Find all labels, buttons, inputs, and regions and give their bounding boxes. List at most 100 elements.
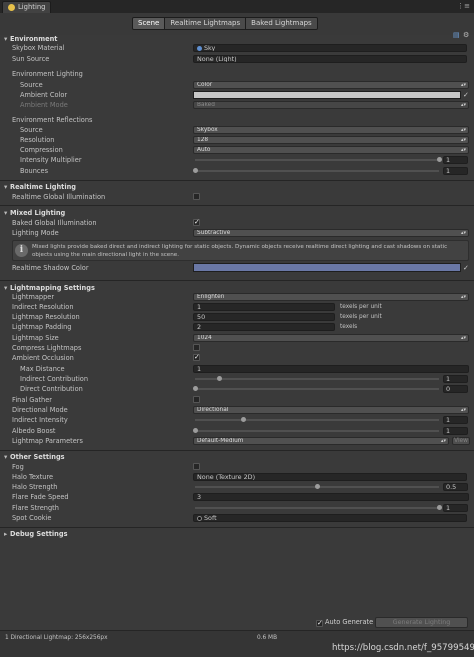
halo-texture-field[interactable]: None (Texture 2D) [193,473,467,481]
material-icon [197,45,202,51]
lightmap-res-field[interactable]: 50 [193,313,335,321]
resolution-label: Resolution [20,136,55,144]
mixed-header[interactable]: ▾ Mixed Lighting [0,208,474,218]
compression-dropdown[interactable]: Auto ▴▾ [193,146,469,154]
padding-field[interactable]: 2 [193,323,335,331]
refl-source-dropdown[interactable]: Skybox ▴▾ [193,126,469,134]
auto-generate-checkbox[interactable]: ✓ [316,620,323,627]
divider [0,450,474,451]
intensity-slider-knob[interactable] [436,157,442,162]
direct-contrib-track[interactable] [195,388,439,390]
skybox-value: Sky [204,44,216,52]
lightmap-size-value: 1024 [197,335,212,341]
ao-label: Ambient Occlusion [12,354,74,362]
bounces-field[interactable]: 1 [443,167,468,175]
indirect-intensity-track[interactable] [195,419,439,421]
eyedropper-icon[interactable]: ✓ [463,91,469,99]
direct-contrib-knob[interactable] [192,386,198,391]
tab-baked-lightmaps[interactable]: Baked Lightmaps [246,18,317,29]
lightmap-size-dropdown[interactable]: 1024 ▴▾ [193,334,469,342]
realtime-header[interactable]: ▾ Realtime Lighting [0,182,474,192]
intensity-label: Intensity Multiplier [20,156,82,164]
halo-strength-field[interactable]: 0.5 [443,483,468,491]
sun-field[interactable]: None (Light) [193,55,467,63]
lighting-mode-dropdown[interactable]: Subtractive ▴▾ [193,229,469,237]
env-source-dropdown[interactable]: Color ▴▾ [193,81,469,89]
lightmap-params-dropdown[interactable]: Default-Medium ▴▾ [193,437,449,445]
max-distance-field[interactable]: 1 [193,365,469,373]
fog-checkbox[interactable] [193,463,200,470]
direct-contrib-label: Direct Contribution [20,385,83,393]
env-reflections-row: Environment Reflections [0,115,474,125]
spot-cookie-label: Spot Cookie [12,514,52,522]
bounces-slider-track[interactable] [195,170,439,172]
albedo-field[interactable]: 1 [443,427,468,435]
indirect-intensity-label: Indirect Intensity [12,416,68,424]
albedo-track[interactable] [195,430,439,432]
window-menu-icon[interactable]: ⋮≡ [457,3,470,10]
indirect-contrib-track[interactable] [195,378,439,380]
indirect-contrib-knob[interactable] [216,376,222,381]
intensity-field[interactable]: 1 [443,156,468,164]
direct-contrib-row: Direct Contribution 0 [0,384,474,394]
debug-header[interactable]: ▸ Debug Settings [0,529,474,539]
spot-cookie-value: Soft [204,514,217,522]
flare-strength-row: Flare Strength 1 [0,503,474,513]
dropdown-arrow-icon: ▴▾ [460,335,466,341]
indirect-contrib-field[interactable]: 1 [443,375,468,383]
resolution-dropdown[interactable]: 128 ▴▾ [193,136,469,144]
fog-row: Fog [0,462,474,472]
dropdown-arrow-icon: ▴▾ [440,438,446,444]
compress-checkbox[interactable] [193,344,200,351]
albedo-row: Albedo Boost 1 [0,426,474,436]
other-header[interactable]: ▾ Other Settings [0,452,474,462]
texture-icon [197,515,202,521]
shadow-color-label: Realtime Shadow Color [12,264,89,272]
intensity-slider-track[interactable] [195,159,439,161]
padding-label: Lightmap Padding [12,323,72,331]
indirect-intensity-knob[interactable] [241,417,247,422]
directional-dropdown[interactable]: Directional ▴▾ [193,406,469,414]
final-gather-checkbox[interactable] [193,396,200,403]
watermark: https://blog.csdn.net/f_957995490 [332,643,474,653]
lightmapper-dropdown[interactable]: Enlighten ▴▾ [193,293,469,301]
compression-row: Compression Auto ▴▾ [0,145,474,155]
env-reflections-label: Environment Reflections [12,116,93,124]
indirect-intensity-field[interactable]: 1 [443,416,468,424]
flare-strength-field[interactable]: 1 [443,504,468,512]
realtime-gi-checkbox[interactable] [193,193,200,200]
skybox-field[interactable]: Sky [193,44,467,52]
flare-strength-knob[interactable] [436,505,442,510]
flare-fade-field[interactable]: 3 [193,493,469,501]
ambient-color-swatch[interactable] [193,91,461,99]
tab-realtime-lightmaps[interactable]: Realtime Lightmaps [165,18,247,29]
ao-checkbox[interactable]: ✓ [193,354,200,361]
bounces-label: Bounces [20,167,49,175]
view-button[interactable]: View [452,437,470,445]
generate-lighting-button[interactable]: Generate Lighting [375,617,468,628]
lightmap-params-label: Lightmap Parameters [12,437,83,445]
flare-strength-track[interactable] [195,507,439,509]
albedo-knob[interactable] [192,428,198,433]
indirect-contrib-row: Indirect Contribution 1 [0,374,474,384]
shadow-color-swatch[interactable] [193,263,461,272]
auto-generate-toggle[interactable]: ✓ Auto Generate [316,617,373,627]
halo-strength-knob[interactable] [314,484,320,489]
ambient-mode-row: Ambient Mode Baked ▴▾ [0,100,474,110]
dropdown-arrow-icon: ▴▾ [460,294,466,300]
env-source-value: Color [197,82,213,88]
max-distance-label: Max Distance [20,365,65,373]
baked-gi-checkbox[interactable]: ✓ [193,219,200,226]
lighting-tab[interactable]: Lighting [2,1,52,13]
eyedropper-icon[interactable]: ✓ [463,264,469,272]
divider [0,280,474,281]
flare-fade-row: Flare Fade Speed 3 [0,492,474,502]
spot-cookie-row: Spot Cookie Soft [0,513,474,523]
indirect-res-field[interactable]: 1 [193,303,335,311]
direct-contrib-field[interactable]: 0 [443,385,468,393]
env-source-label: Source [20,81,43,89]
bounces-slider-knob[interactable] [192,168,198,173]
tab-scene[interactable]: Scene [133,18,166,29]
lightmap-size-label: Lightmap Size [12,334,59,342]
spot-cookie-field[interactable]: Soft [193,514,467,522]
